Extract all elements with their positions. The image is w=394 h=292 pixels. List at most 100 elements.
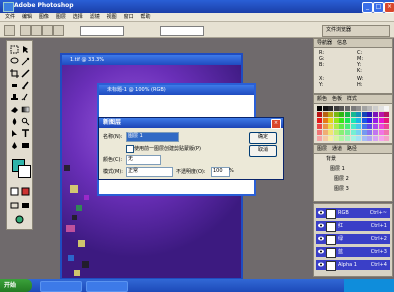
- color-swatch[interactable]: [333, 112, 339, 117]
- color-swatch[interactable]: [378, 106, 384, 111]
- layer-row[interactable]: 背景: [316, 155, 390, 164]
- color-swatch[interactable]: [333, 136, 339, 141]
- color-swatch[interactable]: [378, 118, 384, 123]
- color-swatch[interactable]: [356, 136, 362, 141]
- color-swatch[interactable]: [373, 112, 378, 117]
- color-swatch[interactable]: [333, 118, 339, 123]
- menu-select[interactable]: 选择: [73, 13, 83, 22]
- magic-wand-tool-icon[interactable]: [21, 57, 30, 66]
- color-swatch[interactable]: [384, 136, 390, 141]
- color-swatch[interactable]: [373, 118, 378, 123]
- file-browser-tab[interactable]: 文件浏览器: [322, 25, 390, 37]
- color-swatch[interactable]: [322, 106, 328, 111]
- color-swatch[interactable]: [373, 106, 378, 111]
- history-brush-tool-icon[interactable]: [21, 93, 30, 102]
- document-title-bar-new[interactable]: 未标题-1 @ 100% (RGB): [99, 85, 254, 95]
- eraser-tool-icon[interactable]: [10, 105, 19, 114]
- channel-row[interactable]: 红 Ctrl+1: [316, 221, 390, 232]
- color-swatch[interactable]: [345, 124, 350, 129]
- color-swatch[interactable]: [350, 136, 356, 141]
- color-swatch[interactable]: [339, 136, 345, 141]
- visibility-eye-icon[interactable]: [318, 210, 324, 215]
- brush-tool-icon[interactable]: [21, 81, 30, 90]
- color-swatch[interactable]: [356, 124, 362, 129]
- new-selection-icon[interactable]: [20, 25, 31, 36]
- dialog-close-button[interactable]: ×: [271, 119, 281, 129]
- color-swatch[interactable]: [367, 112, 373, 117]
- color-swatch[interactable]: [328, 136, 334, 141]
- menu-filter[interactable]: 滤镜: [90, 13, 100, 22]
- channel-row[interactable]: 绿 Ctrl+2: [316, 234, 390, 245]
- subtract-selection-icon[interactable]: [42, 25, 53, 36]
- color-swatch[interactable]: [339, 130, 345, 135]
- gradient-tool-icon[interactable]: [21, 105, 30, 114]
- color-swatch[interactable]: [384, 130, 390, 135]
- shape-tool-icon[interactable]: [21, 141, 30, 150]
- blur-tool-icon[interactable]: [10, 117, 19, 126]
- slice-tool-icon[interactable]: [21, 69, 30, 78]
- marquee-tool-icon[interactable]: [10, 45, 19, 54]
- healing-brush-tool-icon[interactable]: [10, 81, 19, 90]
- document-title-bar[interactable]: 1.tif @ 33.3%: [62, 55, 241, 65]
- minimize-button[interactable]: _: [362, 2, 373, 13]
- visibility-eye-icon[interactable]: [318, 223, 324, 228]
- color-swatch[interactable]: [384, 106, 390, 111]
- channel-row[interactable]: Alpha 1 Ctrl+4: [316, 260, 390, 271]
- color-swatch[interactable]: [339, 106, 345, 111]
- menu-file[interactable]: 文件: [5, 13, 15, 22]
- color-swatch[interactable]: [356, 130, 362, 135]
- taskbar-item[interactable]: [40, 281, 82, 292]
- color-swatch[interactable]: [350, 112, 356, 117]
- menu-image[interactable]: 图像: [39, 13, 49, 22]
- color-swatch[interactable]: [384, 118, 390, 123]
- path-selection-tool-icon[interactable]: [10, 129, 19, 138]
- color-swatch[interactable]: [378, 124, 384, 129]
- visibility-eye-icon[interactable]: [318, 262, 324, 267]
- color-swatch[interactable]: [367, 130, 373, 135]
- color-swatch[interactable]: [322, 130, 328, 135]
- color-swatch[interactable]: [328, 106, 334, 111]
- swatch-grid[interactable]: [317, 106, 391, 142]
- color-swatch[interactable]: [361, 112, 367, 117]
- layer-name-input[interactable]: 图层 1: [126, 132, 179, 142]
- clone-stamp-tool-icon[interactable]: [10, 93, 19, 102]
- cancel-button[interactable]: 取消: [249, 145, 277, 157]
- lasso-tool-icon[interactable]: [10, 57, 19, 66]
- color-swatch[interactable]: [378, 136, 384, 141]
- menu-edit[interactable]: 编辑: [22, 13, 32, 22]
- color-swatch[interactable]: [322, 136, 328, 141]
- clipping-mask-checkbox[interactable]: [126, 145, 134, 153]
- screen-mode-standard-icon[interactable]: [10, 201, 19, 210]
- color-swatch[interactable]: [339, 124, 345, 129]
- background-color-swatch[interactable]: [18, 165, 31, 178]
- tab-styles[interactable]: 样式: [347, 96, 357, 102]
- color-swatch[interactable]: [373, 130, 378, 135]
- color-swatch[interactable]: [350, 118, 356, 123]
- color-swatch[interactable]: [339, 112, 345, 117]
- color-swatch[interactable]: [361, 118, 367, 123]
- color-swatch[interactable]: [317, 130, 322, 135]
- color-swatch[interactable]: [345, 118, 350, 123]
- color-swatch[interactable]: [345, 106, 350, 111]
- color-swatch[interactable]: [367, 136, 373, 141]
- color-swatch[interactable]: [361, 130, 367, 135]
- color-swatch[interactable]: [356, 118, 362, 123]
- color-swatch[interactable]: [333, 130, 339, 135]
- color-swatch[interactable]: [367, 118, 373, 123]
- color-swatch[interactable]: [384, 112, 390, 117]
- standard-mode-icon[interactable]: [10, 187, 19, 196]
- color-swatch[interactable]: [333, 106, 339, 111]
- color-swatch[interactable]: [317, 112, 322, 117]
- style-select[interactable]: [160, 26, 204, 36]
- mode-select[interactable]: 正常: [126, 167, 173, 177]
- opacity-input[interactable]: 100: [211, 167, 230, 177]
- color-swatch[interactable]: [373, 124, 378, 129]
- color-swatch[interactable]: [317, 136, 322, 141]
- tab-paths[interactable]: 路径: [347, 146, 357, 152]
- type-tool-icon[interactable]: [21, 129, 30, 138]
- tool-preset-icon[interactable]: [4, 25, 15, 36]
- color-swatch[interactable]: [378, 112, 384, 117]
- color-swatch[interactable]: [373, 136, 378, 141]
- maximize-button[interactable]: □: [373, 2, 384, 13]
- color-swatch[interactable]: [333, 124, 339, 129]
